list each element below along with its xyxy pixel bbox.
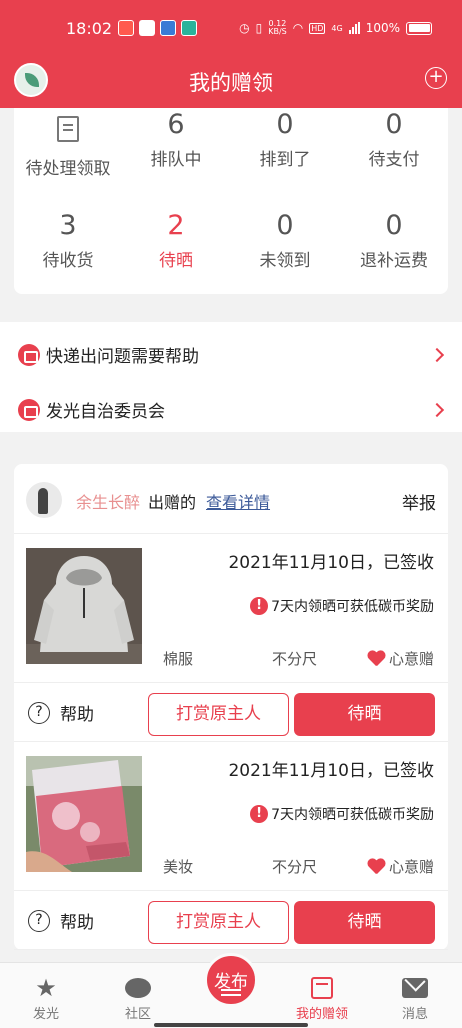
sign-date: 2021年11月10日，已签收 bbox=[228, 761, 434, 781]
gift-owner-row: 余生长醉 出赠的 查看详情 举报 bbox=[14, 464, 448, 534]
hd-icon: HD bbox=[309, 22, 326, 34]
reward-notice: ! 7天内领晒可获低碳币奖励 bbox=[250, 804, 434, 824]
heart-icon bbox=[367, 859, 385, 875]
app-icon bbox=[181, 20, 197, 36]
exclamation-icon: ! bbox=[250, 597, 269, 615]
delivery-help-link[interactable]: 快递出问题需要帮助 bbox=[0, 327, 462, 382]
mail-icon bbox=[402, 978, 428, 998]
gift-item[interactable]: 2021年11月10日，已签收 ! 7天内领晒可获低碳币奖励 棉服 不分尺 心意… bbox=[14, 536, 448, 676]
committee-link[interactable]: 发光自治委员会 bbox=[0, 382, 462, 437]
star-icon: ★ bbox=[35, 974, 57, 1002]
product-image-cosmetics[interactable] bbox=[26, 756, 142, 872]
item-size: 不分尺 bbox=[272, 650, 318, 668]
question-icon: ? bbox=[28, 701, 50, 724]
exclamation-icon: ! bbox=[250, 805, 269, 823]
gift-mode: 心意赠 bbox=[367, 856, 434, 877]
stat-to-receive[interactable]: 3 待收货 bbox=[14, 211, 122, 272]
owner-name[interactable]: 余生长醉 bbox=[76, 489, 140, 513]
product-image-jacket[interactable] bbox=[26, 548, 142, 664]
view-details-link[interactable]: 查看详情 bbox=[206, 489, 270, 513]
chat-icon bbox=[125, 978, 151, 998]
stat-shipping-refund[interactable]: 0 退补运费 bbox=[340, 211, 448, 272]
order-stats-card: 待处理领取 6 排队中 0 排到了 0 待支付 3 待收货 2 待晒 0 未领到… bbox=[14, 108, 448, 294]
item-category: 美妆 bbox=[163, 858, 194, 876]
alipay-icon bbox=[160, 20, 176, 36]
owner-suffix: 出赠的 bbox=[148, 493, 197, 512]
help-links: 快递出问题需要帮助 发光自治委员会 bbox=[0, 322, 462, 432]
signal-icon bbox=[348, 22, 360, 34]
bottom-nav: ★ 发光 社区 发布 我的赠领 消息 bbox=[0, 953, 462, 1028]
sign-date: 2021年11月10日，已签收 bbox=[228, 553, 434, 573]
item-category: 棉服 bbox=[163, 650, 194, 668]
stat-not-received[interactable]: 0 未领到 bbox=[231, 211, 339, 272]
status-right: ◷ ▯ 0.12 KB/S ◠ HD 4G 100% bbox=[239, 20, 432, 36]
chevron-right-icon bbox=[429, 347, 445, 362]
document-icon bbox=[57, 116, 79, 142]
battery-icon bbox=[406, 21, 432, 35]
alarm-icon: ◷ bbox=[239, 21, 250, 35]
tab-my-gifts[interactable]: 我的赠领 bbox=[282, 973, 362, 1022]
status-bar: 18:02 ◷ ▯ 0.12 KB/S ◠ HD 4G 100% bbox=[0, 0, 462, 58]
gift-card: 余生长醉 出赠的 查看详情 举报 2021年11月10日，已签收 ! 7天内领晒… bbox=[14, 464, 448, 950]
printer-icon bbox=[18, 398, 40, 421]
add-icon[interactable]: + bbox=[425, 67, 447, 89]
stat-to-pay[interactable]: 0 待支付 bbox=[340, 110, 448, 171]
tab-glow[interactable]: ★ 发光 bbox=[6, 973, 86, 1022]
tip-owner-button[interactable]: 打赏原主人 bbox=[148, 693, 289, 736]
stat-queuing[interactable]: 6 排队中 bbox=[122, 110, 230, 171]
network-speed: 0.12 KB/S bbox=[268, 19, 287, 36]
wechat-icon bbox=[139, 20, 155, 36]
tab-messages[interactable]: 消息 bbox=[375, 973, 455, 1022]
gift-item[interactable]: 2021年11月10日，已签收 ! 7天内领晒可获低碳币奖励 美妆 不分尺 心意… bbox=[14, 744, 448, 884]
help-button[interactable]: ? 帮助 bbox=[28, 908, 94, 933]
box-icon bbox=[311, 977, 333, 999]
stat-to-post[interactable]: 2 待晒 bbox=[122, 211, 230, 272]
stat-pending-claims[interactable]: 待处理领取 bbox=[14, 112, 122, 179]
item-size: 不分尺 bbox=[272, 858, 318, 876]
post-review-button[interactable]: 待晒 bbox=[294, 901, 435, 944]
tab-community[interactable]: 社区 bbox=[98, 973, 178, 1022]
notification-icons bbox=[118, 20, 197, 36]
post-review-button[interactable]: 待晒 bbox=[294, 693, 435, 736]
network-type: 4G bbox=[331, 23, 343, 33]
battery-percent: 100% bbox=[365, 21, 400, 35]
chevron-right-icon bbox=[429, 402, 445, 417]
app-header: 我的赠领 + bbox=[0, 58, 462, 108]
tip-owner-button[interactable]: 打赏原主人 bbox=[148, 901, 289, 944]
menu-icon bbox=[221, 989, 241, 991]
video-app-icon bbox=[118, 20, 134, 36]
printer-icon bbox=[18, 343, 40, 366]
gift-mode: 心意赠 bbox=[367, 648, 434, 669]
help-button[interactable]: ? 帮助 bbox=[28, 700, 94, 725]
home-indicator[interactable] bbox=[154, 1023, 308, 1027]
status-time: 18:02 bbox=[66, 19, 113, 38]
reward-notice: ! 7天内领晒可获低碳币奖励 bbox=[250, 596, 434, 616]
report-button[interactable]: 举报 bbox=[402, 489, 436, 514]
page-title: 我的赠领 bbox=[189, 71, 273, 95]
top-bar: 18:02 ◷ ▯ 0.12 KB/S ◠ HD 4G 100% 我的赠领 + bbox=[0, 0, 462, 108]
wifi-icon: ◠ bbox=[292, 21, 304, 35]
question-icon: ? bbox=[28, 909, 50, 932]
vibrate-icon: ▯ bbox=[255, 21, 263, 35]
item-actions: ? 帮助 打赏原主人 待晒 bbox=[14, 682, 448, 742]
item-actions: ? 帮助 打赏原主人 待晒 bbox=[14, 890, 448, 950]
stat-your-turn[interactable]: 0 排到了 bbox=[231, 110, 339, 171]
heart-icon bbox=[367, 651, 385, 667]
avatar[interactable] bbox=[26, 482, 62, 518]
publish-button[interactable]: 发布 bbox=[204, 953, 258, 1007]
